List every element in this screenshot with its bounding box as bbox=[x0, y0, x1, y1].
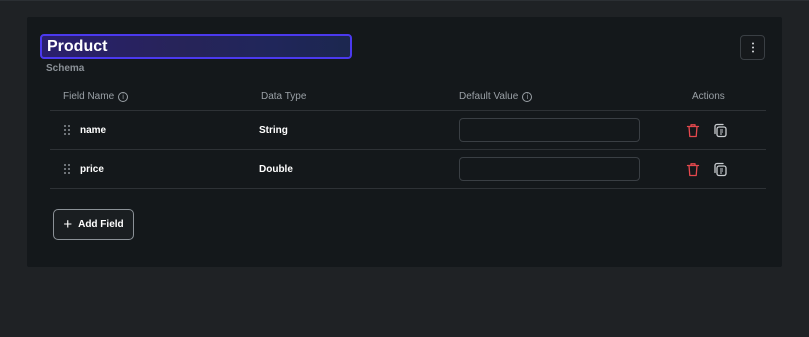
duplicate-icon[interactable] bbox=[713, 162, 728, 177]
field-data-type: String bbox=[259, 125, 288, 136]
more-options-button[interactable] bbox=[740, 35, 765, 60]
default-value-input[interactable] bbox=[459, 157, 640, 181]
schema-title-input[interactable]: Product bbox=[40, 34, 352, 59]
header-actions-label: Actions bbox=[692, 91, 725, 102]
default-value-input[interactable] bbox=[459, 118, 640, 142]
table-header: Field Name i Data Type Default Value i A… bbox=[50, 85, 766, 111]
add-field-label: Add Field bbox=[78, 219, 124, 230]
info-icon[interactable]: i bbox=[522, 91, 533, 102]
header-actions: Actions bbox=[692, 91, 725, 102]
field-data-type: Double bbox=[259, 164, 293, 175]
table-row: price Double bbox=[50, 150, 766, 189]
header-default-value-label: Default Value bbox=[459, 91, 519, 102]
more-vertical-icon bbox=[751, 42, 754, 53]
schema-card: Product Schema Field Name i Data Type De… bbox=[27, 17, 782, 267]
header-data-type: Data Type bbox=[261, 91, 306, 102]
duplicate-icon[interactable] bbox=[713, 123, 728, 138]
info-icon[interactable]: i bbox=[118, 91, 129, 102]
header-field-name: Field Name i bbox=[63, 91, 129, 102]
delete-icon[interactable] bbox=[686, 162, 700, 177]
header-field-name-label: Field Name bbox=[63, 91, 115, 102]
table-row: name String bbox=[50, 111, 766, 150]
header-default-value: Default Value i bbox=[459, 91, 533, 102]
delete-icon[interactable] bbox=[686, 123, 700, 138]
field-name: name bbox=[80, 125, 107, 136]
schema-subtitle: Schema bbox=[46, 63, 85, 74]
field-name: price bbox=[80, 164, 104, 175]
drag-handle-icon[interactable] bbox=[64, 125, 70, 135]
fields-table: Field Name i Data Type Default Value i A… bbox=[50, 85, 766, 189]
top-divider bbox=[0, 0, 809, 1]
drag-handle-icon[interactable] bbox=[64, 164, 70, 174]
plus-icon: + bbox=[63, 216, 73, 233]
header-data-type-label: Data Type bbox=[261, 91, 307, 102]
add-field-button[interactable]: + Add Field bbox=[53, 209, 134, 240]
